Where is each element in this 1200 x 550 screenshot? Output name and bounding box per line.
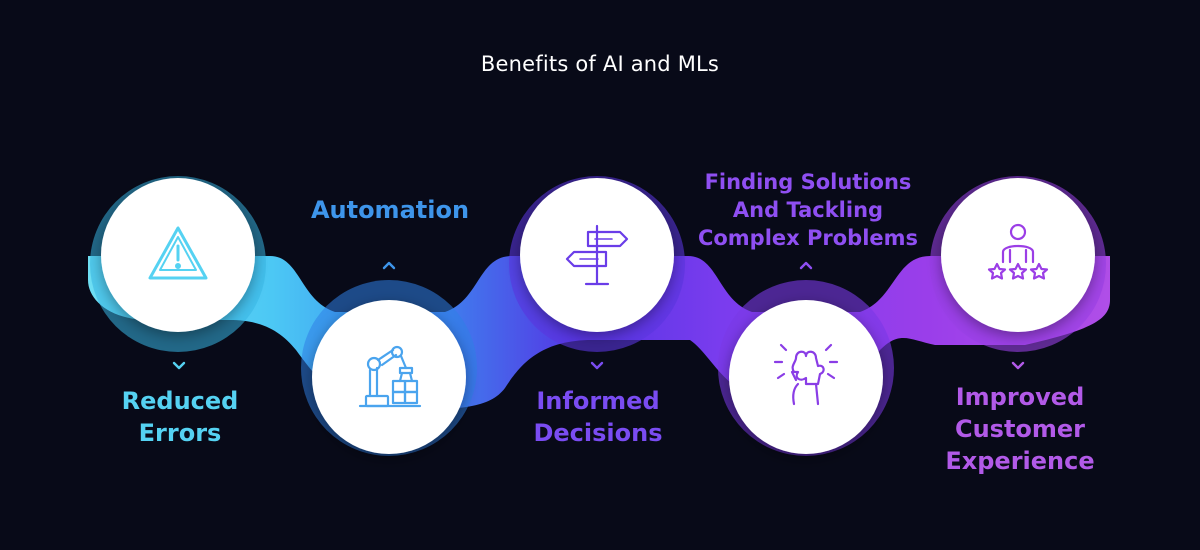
chevron-up-icon [382,261,396,270]
label-informed-decisions: Informed Decisions [533,387,663,447]
label-automation: Automation [310,196,470,224]
label-improved-customer-experience: Improved Customer Experience [945,383,1095,475]
infographic: Benefits of AI and MLs Reduced Errors Au… [0,0,1200,550]
page-title: Benefits of AI and MLs [480,52,720,76]
chevron-up-icon [799,261,813,270]
step-circle-5 [941,178,1095,332]
chevron-down-icon [590,361,604,370]
chevron-down-icon [172,361,186,370]
chevron-down-icon [1011,361,1025,370]
label-reduced-errors: Reduced Errors [121,387,239,447]
label-finding-solutions: Finding Solutions And Tackling Complex P… [697,170,919,250]
step-circle-2 [312,300,466,454]
